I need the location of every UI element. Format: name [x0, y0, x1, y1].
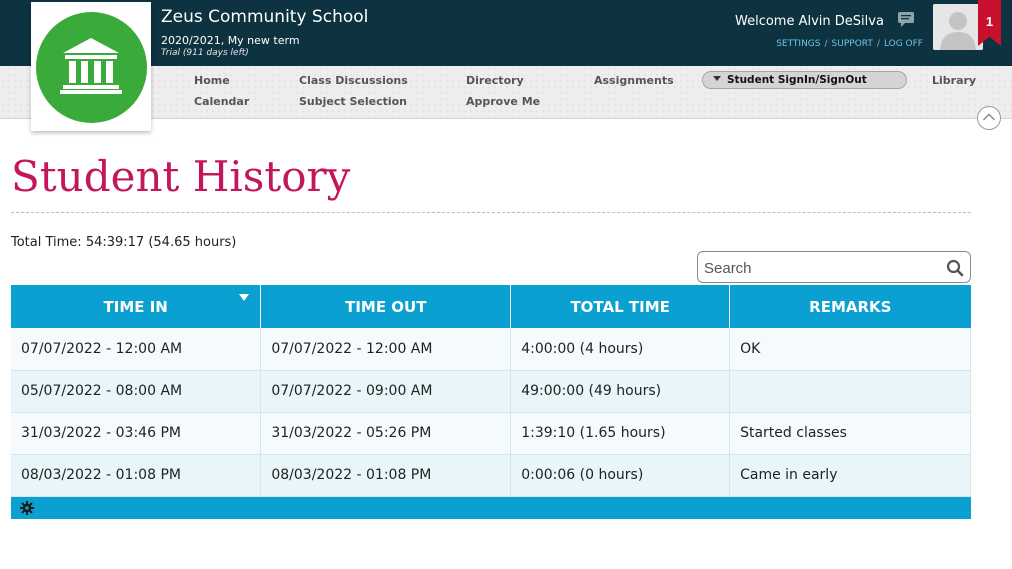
total-time-summary: Total Time: 54:39:17 (54.65 hours) [11, 235, 237, 250]
account-links: SETTINGS / SUPPORT / LOG OFF [776, 39, 923, 49]
column-header-time-in[interactable]: TIME IN [11, 285, 262, 328]
school-name: Zeus Community School [161, 7, 369, 27]
settings-link[interactable]: SETTINGS [776, 39, 820, 49]
cell-remarks: OK [729, 328, 971, 371]
table-header-row: TIME IN TIME OUT TOTAL TIME REMARKS [11, 285, 971, 328]
cell-remarks: Came in early [729, 454, 971, 497]
column-header-label: TIME OUT [345, 297, 427, 316]
nav-approve-me[interactable]: Approve Me [466, 95, 540, 108]
user-avatar-icon [933, 4, 983, 50]
cell-total-time: 4:00:00 (4 hours) [510, 328, 731, 371]
nav-student-signin-label[interactable]: Student SignIn/SignOut [727, 74, 867, 86]
table-row[interactable]: 31/03/2022 - 03:46 PM 31/03/2022 - 05:26… [11, 412, 971, 455]
history-table: TIME IN TIME OUT TOTAL TIME REMARKS 07/0… [11, 285, 971, 497]
table-footer [11, 497, 971, 519]
column-header-label: TOTAL TIME [570, 297, 670, 316]
cell-time-out: 08/03/2022 - 01:08 PM [260, 454, 512, 497]
top-header: Zeus Community School 2020/2021, My new … [0, 0, 1012, 66]
collapse-up-icon[interactable] [977, 106, 1001, 130]
cell-total-time: 1:39:10 (1.65 hours) [510, 412, 731, 455]
gear-icon[interactable] [20, 501, 34, 515]
nav-subject-selection[interactable]: Subject Selection [299, 95, 407, 108]
logoff-link[interactable]: LOG OFF [884, 39, 923, 49]
search-box [697, 251, 971, 283]
school-building-icon [60, 38, 122, 94]
search-input[interactable] [704, 258, 940, 278]
column-header-time-out[interactable]: TIME OUT [260, 285, 512, 328]
cell-time-in: 07/07/2022 - 12:00 AM [11, 328, 262, 371]
nav-home[interactable]: Home [194, 74, 230, 87]
cell-remarks: Started classes [729, 412, 971, 455]
welcome-text: Welcome Alvin DeSilva [735, 14, 884, 29]
school-logo[interactable] [31, 2, 151, 131]
cell-time-in: 05/07/2022 - 08:00 AM [11, 370, 262, 413]
trial-label: Trial (911 days left) [161, 48, 249, 58]
cell-time-out: 31/03/2022 - 05:26 PM [260, 412, 512, 455]
table-row[interactable]: 07/07/2022 - 12:00 AM 07/07/2022 - 12:00… [11, 328, 971, 371]
title-divider [11, 212, 971, 213]
chat-icon[interactable] [897, 11, 915, 27]
notification-badge[interactable]: 1 [978, 0, 1001, 46]
cell-time-in: 08/03/2022 - 01:08 PM [11, 454, 262, 497]
table-row[interactable]: 05/07/2022 - 08:00 AM 07/07/2022 - 09:00… [11, 370, 971, 413]
nav-library[interactable]: Library [932, 74, 976, 87]
avatar[interactable] [933, 4, 983, 50]
page-title: Student History [11, 152, 351, 201]
cell-time-in: 31/03/2022 - 03:46 PM [11, 412, 262, 455]
nav-assignments[interactable]: Assignments [594, 74, 674, 87]
cell-time-out: 07/07/2022 - 12:00 AM [260, 328, 512, 371]
table-row[interactable]: 08/03/2022 - 01:08 PM 08/03/2022 - 01:08… [11, 454, 971, 497]
link-separator: / [824, 39, 828, 49]
cell-time-out: 07/07/2022 - 09:00 AM [260, 370, 512, 413]
column-header-label: TIME IN [103, 297, 168, 316]
cell-remarks [729, 370, 971, 413]
nav-class-discussions[interactable]: Class Discussions [299, 74, 408, 87]
search-icon[interactable] [946, 259, 964, 277]
link-separator: / [876, 39, 880, 49]
nav-directory[interactable]: Directory [466, 74, 524, 87]
nav-calendar[interactable]: Calendar [194, 95, 249, 108]
cell-total-time: 0:00:06 (0 hours) [510, 454, 731, 497]
column-header-total-time[interactable]: TOTAL TIME [510, 285, 731, 328]
cell-total-time: 49:00:00 (49 hours) [510, 370, 731, 413]
column-header-label: REMARKS [809, 297, 892, 316]
dropdown-caret-icon [713, 76, 721, 81]
support-link[interactable]: SUPPORT [832, 39, 873, 49]
sort-desc-icon[interactable] [239, 294, 250, 301]
term-label[interactable]: 2020/2021, My new term [161, 34, 300, 47]
logo-circle [36, 12, 147, 123]
column-header-remarks[interactable]: REMARKS [729, 285, 971, 328]
